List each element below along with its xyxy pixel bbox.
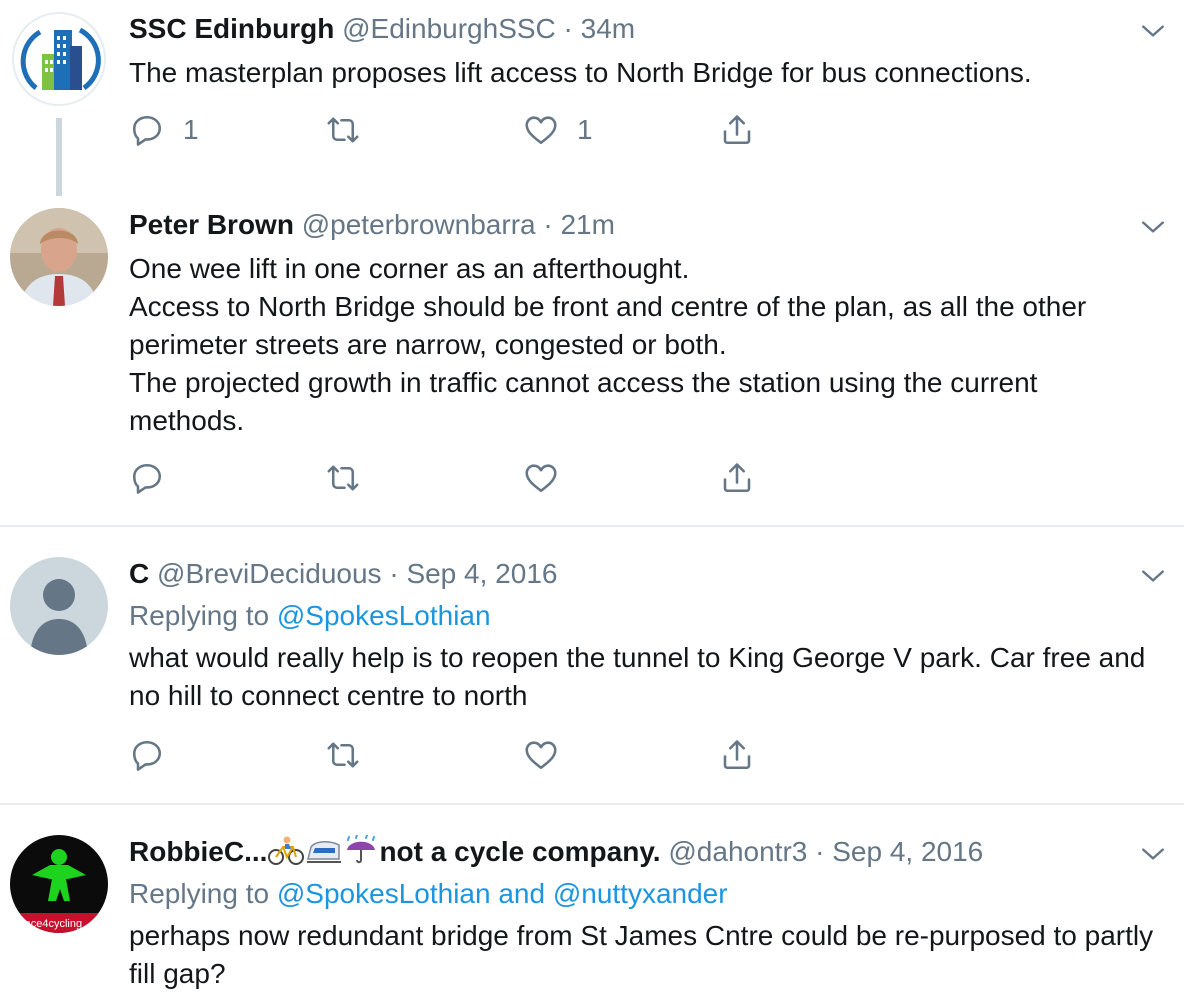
replying-to-mention[interactable]: @SpokesLothian and @nuttyxander [277,878,728,909]
like-button[interactable]: 1 [523,110,593,150]
tweet-line: perhaps now redundant bridge from St Jam… [129,920,1154,989]
tweet-header: C @BreviDeciduous · Sep 4, 2016 [129,557,557,591]
retweet-button[interactable] [325,458,361,498]
timestamp[interactable]: 21m [560,209,614,240]
retweet-button[interactable] [325,110,361,150]
timestamp[interactable]: Sep 4, 2016 [832,836,983,867]
heart-icon [525,741,557,770]
avatar-robbiec[interactable]: space4cycling [10,835,108,933]
chevron-down-icon[interactable] [1140,841,1166,867]
separator-dot: · [815,836,825,867]
tweet-text: perhaps now redundant bridge from St Jam… [129,917,1159,993]
replying-to-label: Replying to [129,878,270,909]
reply-button[interactable] [129,735,165,775]
avatar-ssc-edinburgh[interactable] [10,10,108,108]
user-handle[interactable]: @peterbrownbarra [302,209,536,240]
replying-to-mention[interactable]: @SpokesLothian [277,600,491,631]
tweet-text: what would really help is to reopen the … [129,639,1159,715]
display-name[interactable]: RobbieC... not a cycle company. [129,834,668,867]
tweet-ssc-edinburgh[interactable]: SSC Edinburgh @EdinburghSSC · 34m The ma… [0,0,1184,200]
share-button[interactable] [719,110,755,150]
share-icon [723,115,751,145]
chevron-down-icon[interactable] [1140,563,1166,589]
bicycle-icon [267,835,305,873]
share-icon [723,463,751,493]
tweet-header: RobbieC... not a cycle company. @dahontr… [129,834,983,873]
display-name[interactable]: Peter Brown [129,209,294,240]
reply-icon [132,463,162,494]
timestamp[interactable]: Sep 4, 2016 [406,558,557,589]
share-button[interactable] [719,458,755,498]
reply-button[interactable]: 1 [129,110,199,150]
tweet-line: what would really help is to reopen the … [129,642,1146,711]
heart-icon [525,464,557,493]
tweet-actions [129,735,779,775]
user-handle[interactable]: @dahontr3 [668,836,807,867]
tweet-line: The masterplan proposes lift access to N… [129,57,1032,88]
tweet-line: The projected growth in traffic cannot a… [129,367,1038,436]
chevron-down-icon[interactable] [1140,18,1166,44]
user-handle[interactable]: @EdinburghSSC [342,13,556,44]
share-button[interactable] [719,735,755,775]
like-button[interactable] [523,458,559,498]
display-name[interactable]: SSC Edinburgh [129,13,334,44]
umbrella-rain-icon [343,834,379,873]
share-icon [723,740,751,770]
tweet-line: One wee lift in one corner as an afterth… [129,253,690,284]
chevron-down-icon[interactable] [1140,214,1166,240]
retweet-icon [327,117,359,143]
like-button[interactable] [523,735,559,775]
reply-count: 1 [183,114,199,145]
reply-icon [132,115,162,146]
separator-dot: · [389,558,399,589]
avatar-text: space4cycling [13,918,82,930]
retweet-icon [327,742,359,768]
tweet-header: Peter Brown @peterbrownbarra · 21m [129,208,615,242]
user-handle[interactable]: @BreviDeciduous [157,558,382,589]
tweet-actions: 1 1 [129,110,779,150]
replying-to: Replying to @SpokesLothian [129,599,491,633]
train-icon [305,835,343,873]
tweet-header: SSC Edinburgh @EdinburghSSC · 34m [129,12,635,46]
replying-to: Replying to @SpokesLothian and @nuttyxan… [129,877,728,911]
reply-button[interactable] [129,458,165,498]
tweet-actions [129,458,779,498]
tweet-line: Access to North Bridge should be front a… [129,291,1087,360]
heart-icon [525,116,557,145]
thread-connector [56,118,62,196]
retweet-icon [327,465,359,491]
display-name-suffix: not a cycle company. [379,836,661,867]
avatar-peter-brown[interactable] [10,208,108,306]
separator-dot: · [543,209,553,240]
display-name[interactable]: C [129,558,149,589]
avatar-default[interactable] [10,557,108,655]
tweet-dahontr3[interactable]: space4cycling RobbieC... not a cycle com… [0,805,1184,1008]
tweet-brevideciduous[interactable]: C @BreviDeciduous · Sep 4, 2016 Replying… [0,527,1184,803]
timestamp[interactable]: 34m [581,13,635,44]
replying-to-label: Replying to [129,600,270,631]
tweet-text: The masterplan proposes lift access to N… [129,54,1159,92]
reply-icon [132,740,162,771]
display-name-prefix: RobbieC... [129,836,268,867]
like-count: 1 [577,114,593,145]
tweet-text: One wee lift in one corner as an afterth… [129,250,1159,440]
retweet-button[interactable] [325,735,361,775]
separator-dot: · [563,13,573,44]
tweet-peter-brown[interactable]: Peter Brown @peterbrownbarra · 21m One w… [0,200,1184,526]
